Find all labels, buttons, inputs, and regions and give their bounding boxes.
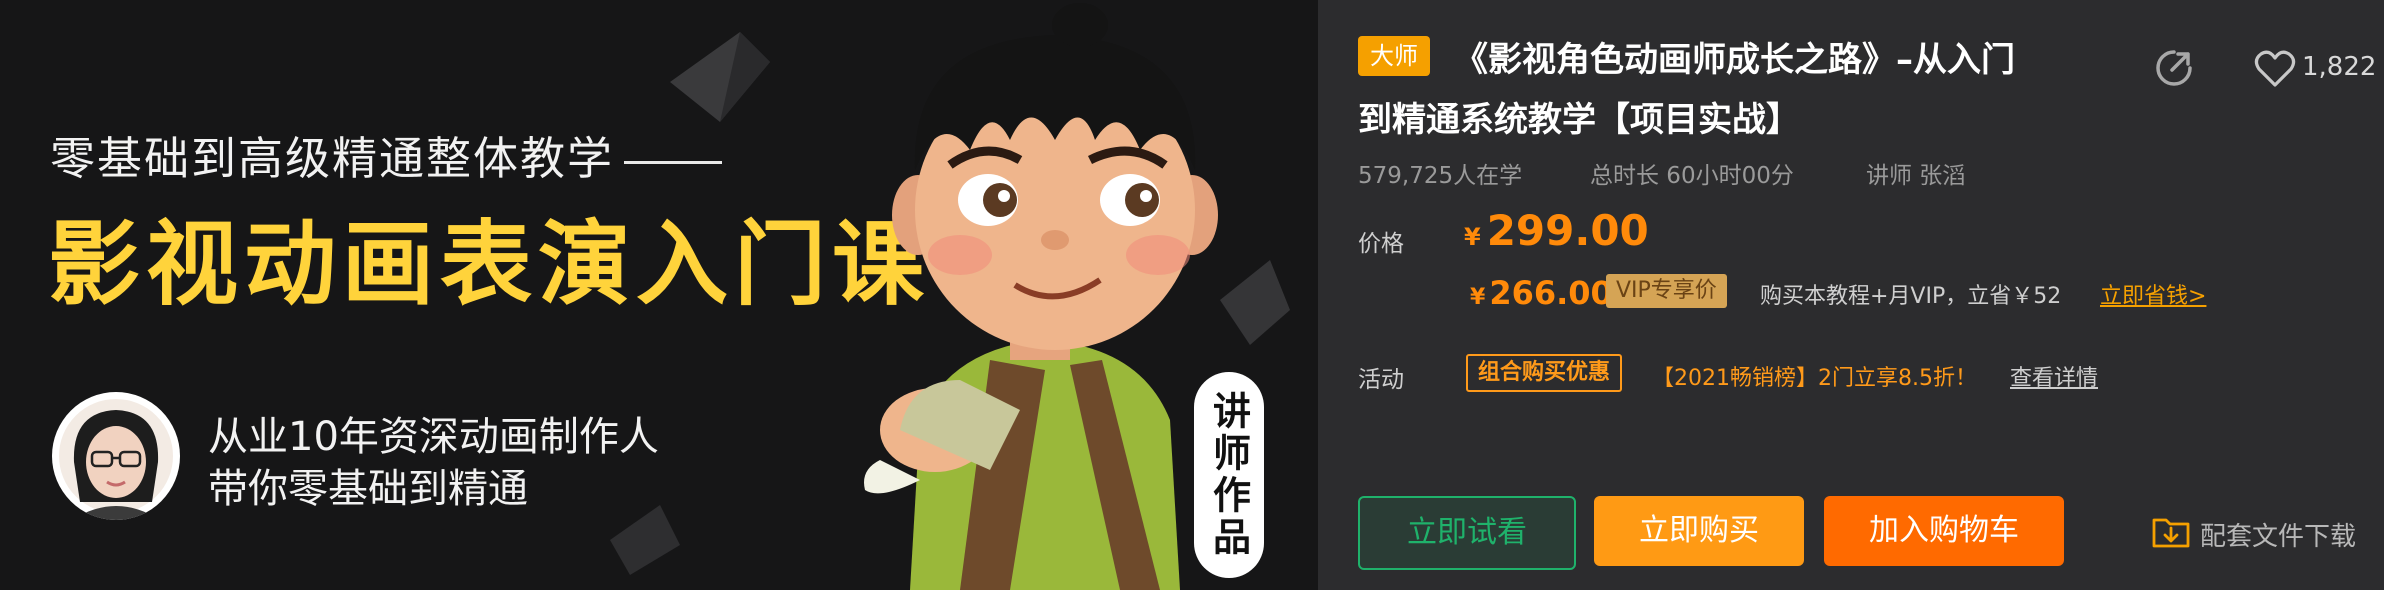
trial-button[interactable]: 立即试看 [1358, 496, 1576, 570]
course-title-line-1: 《影视角色动画师成长之路》–从入门 [1454, 40, 2015, 80]
course-title-line-2: 到精通系统教学【项目实战】 [1358, 100, 1800, 140]
share-icon[interactable] [2152, 46, 2196, 90]
add-to-cart-button[interactable]: 加入购物车 [1824, 496, 2064, 566]
currency-symbol: ¥ [1464, 223, 1481, 251]
buy-now-button[interactable]: 立即购买 [1594, 496, 1804, 566]
course-info-panel: 大师 《影视角色动画师成长之路》–从入门 到精通系统教学【项目实战】 1,822… [1318, 0, 2384, 590]
banner-headline: 影视动画表演入门课 [48, 211, 931, 318]
course-duration: 总时长 60小时00分 [1590, 163, 1794, 189]
heart-icon[interactable] [2254, 50, 2296, 88]
vip-price-tag: VIP专享价 [1606, 274, 1727, 308]
decor-shard [670, 32, 770, 122]
activity-label: 活动 [1358, 367, 1404, 393]
student-count: 579,725人在学 [1358, 163, 1523, 189]
vip-price-amount: 266.00 [1489, 274, 1613, 312]
like-count: 1,822 [2302, 52, 2377, 82]
bundle-discount-tag[interactable]: 组合购买优惠 [1466, 354, 1623, 392]
price-label: 价格 [1358, 231, 1404, 257]
course-price: ¥299.00 [1464, 206, 1649, 255]
vip-currency-symbol: ¥ [1470, 285, 1486, 310]
view-details-link[interactable]: 查看详情 [2010, 360, 2098, 392]
vip-price: ¥266.00 [1470, 274, 1613, 312]
experience-line-2: 带你零基础到精通 [208, 466, 528, 512]
decor-shard [610, 505, 680, 575]
download-files-link[interactable]: 配套文件下载 [2200, 516, 2356, 553]
save-money-link[interactable]: 立即省钱> [2100, 278, 2206, 310]
banner-tagline: 零基础到高级精通整体教学 [50, 122, 723, 187]
vip-savings-note: 购买本教程+月VIP，立省￥52 [1760, 284, 2062, 309]
promo-text: 【2021畅销榜】2门立享8.5折！ [1652, 366, 1977, 391]
instructor-avatar [52, 392, 180, 520]
price-amount: 299.00 [1486, 206, 1649, 255]
instructor-name: 讲师 张滔 [1866, 163, 1966, 189]
course-banner[interactable]: 零基础到高级精通整体教学 影视动画表演入门课 从业10年资深动画制作人 带你零基… [0, 0, 1318, 590]
instructor-work-badge: 讲师作品 [1194, 372, 1264, 578]
download-folder-icon[interactable] [2152, 514, 2190, 548]
experience-line-1: 从业10年资深动画制作人 [208, 414, 659, 460]
master-tag: 大师 [1358, 36, 1430, 76]
course-page: 零基础到高级精通整体教学 影视动画表演入门课 从业10年资深动画制作人 带你零基… [0, 0, 2384, 590]
